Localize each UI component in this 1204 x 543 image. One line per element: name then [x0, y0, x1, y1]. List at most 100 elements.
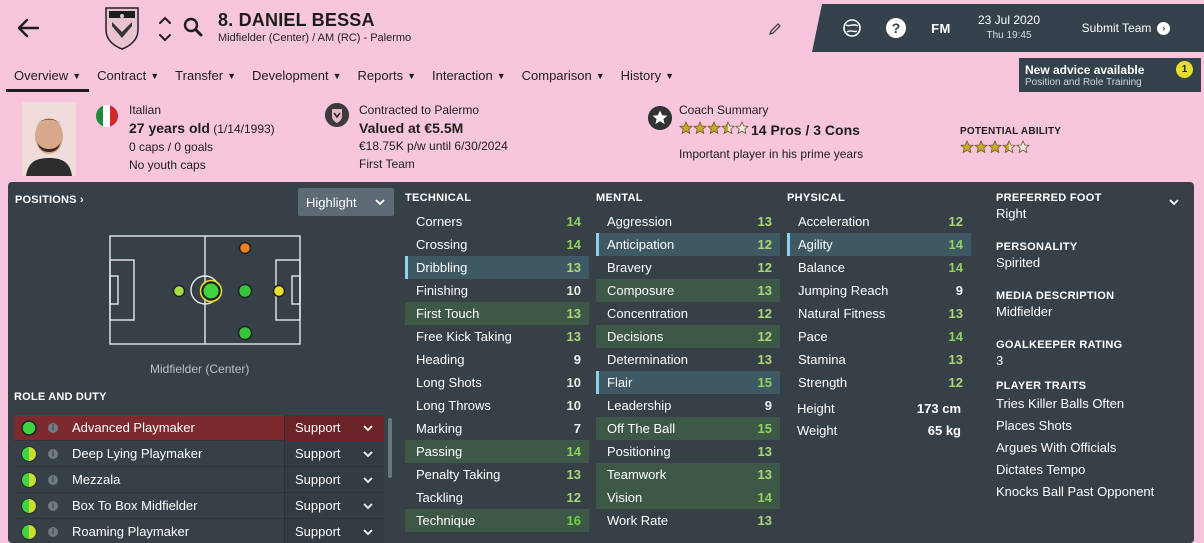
- role-row[interactable]: i Mezzala Support: [14, 466, 384, 493]
- role-list-scrollbar[interactable]: [388, 418, 392, 478]
- attribute-row[interactable]: Finishing 10: [405, 279, 589, 302]
- star-icon: [721, 120, 735, 140]
- tab-overview[interactable]: Overview ▼: [6, 64, 90, 92]
- profile-nav: Overview ▼ Contract ▼ Transfer ▼ Development ▼ R…: [6, 64, 682, 92]
- back-arrow-icon[interactable]: [14, 14, 42, 42]
- attribute-row[interactable]: Long Throws 10: [405, 394, 589, 417]
- attribute-row[interactable]: Composure 13: [596, 279, 780, 302]
- advice-notification[interactable]: New advice available Position and Role T…: [1019, 58, 1201, 92]
- tab-label: Development: [252, 68, 329, 83]
- tab-reports[interactable]: Reports ▼: [350, 64, 424, 92]
- info-icon[interactable]: i: [44, 500, 62, 511]
- attribute-row[interactable]: Aggression 13: [596, 210, 780, 233]
- duty-dropdown[interactable]: Support: [284, 466, 384, 493]
- attribute-value: 14: [566, 214, 581, 229]
- tab-comparison[interactable]: Comparison ▼: [514, 64, 613, 92]
- pencil-icon[interactable]: [768, 22, 782, 36]
- attribute-row[interactable]: Long Shots 10: [405, 371, 589, 394]
- attribute-row[interactable]: Balance 14: [787, 256, 971, 279]
- attribute-name: Strength: [798, 375, 848, 390]
- attribute-row[interactable]: Determination 13: [596, 348, 780, 371]
- attribute-row[interactable]: Off The Ball 15: [596, 417, 780, 440]
- search-icon[interactable]: [182, 16, 204, 38]
- attribute-row[interactable]: Corners 14: [405, 210, 589, 233]
- attribute-row[interactable]: Concentration 12: [596, 302, 780, 325]
- prev-next-player-icon[interactable]: [157, 14, 173, 44]
- attribute-row[interactable]: Teamwork 13: [596, 463, 780, 486]
- game-date[interactable]: 23 Jul 2020 Thu 19:45: [972, 4, 1046, 52]
- attribute-row[interactable]: Jumping Reach 9: [787, 279, 971, 302]
- role-row[interactable]: i Deep Lying Playmaker Support: [14, 440, 384, 467]
- chevron-down-icon: ▼: [665, 71, 675, 81]
- attribute-row[interactable]: Dribbling 13: [405, 256, 589, 279]
- attribute-row[interactable]: Penalty Taking 13: [405, 463, 589, 486]
- attribute-row[interactable]: Technique 16: [405, 509, 589, 532]
- submit-team-button[interactable]: Submit Team ›: [1076, 4, 1176, 52]
- positions-title: POSITIONS: [15, 194, 77, 206]
- advice-count-badge: 1: [1176, 61, 1193, 78]
- mental-title: MENTAL: [596, 192, 643, 204]
- info-icon[interactable]: i: [44, 526, 62, 537]
- duty-dropdown[interactable]: Support: [284, 518, 384, 543]
- help-icon[interactable]: ?: [884, 4, 908, 52]
- club-crest-icon: [105, 7, 139, 50]
- attribute-row[interactable]: Heading 9: [405, 348, 589, 371]
- role-duty-title: ROLE AND DUTY: [14, 391, 107, 403]
- attribute-row[interactable]: Agility 14: [787, 233, 971, 256]
- positions-link[interactable]: POSITIONS ›: [15, 194, 84, 206]
- coach-stars: [679, 120, 749, 140]
- attribute-row[interactable]: Passing 14: [405, 440, 589, 463]
- tab-history[interactable]: History ▼: [613, 64, 682, 92]
- tab-transfer[interactable]: Transfer ▼: [167, 64, 244, 92]
- attribute-row[interactable]: Leadership 9: [596, 394, 780, 417]
- tab-label: Reports: [357, 68, 404, 83]
- attribute-row[interactable]: Anticipation 12: [596, 233, 780, 256]
- role-row[interactable]: i Roaming Playmaker Support: [14, 518, 384, 543]
- duty-dropdown[interactable]: Support: [284, 440, 384, 467]
- globe-icon[interactable]: [840, 4, 864, 52]
- attribute-value: 13: [948, 352, 963, 367]
- attribute-row[interactable]: Acceleration 12: [787, 210, 971, 233]
- attribute-row[interactable]: Bravery 12: [596, 256, 780, 279]
- chevron-down-icon[interactable]: [1168, 198, 1180, 206]
- attribute-row[interactable]: Natural Fitness 13: [787, 302, 971, 325]
- attribute-row[interactable]: Vision 14: [596, 486, 780, 509]
- tab-label: Overview: [14, 68, 69, 83]
- attribute-name: Decisions: [607, 329, 664, 344]
- attribute-row[interactable]: Flair 15: [596, 371, 780, 394]
- duty-dropdown[interactable]: Support: [284, 415, 384, 441]
- attribute-name: Concentration: [607, 306, 688, 321]
- attribute-row[interactable]: Positioning 13: [596, 440, 780, 463]
- attribute-row[interactable]: Marking 7: [405, 417, 589, 440]
- attribute-value: 10: [566, 398, 581, 413]
- duty-dropdown[interactable]: Support: [284, 492, 384, 519]
- info-icon[interactable]: i: [44, 474, 62, 485]
- attribute-value: 12: [948, 375, 963, 390]
- fm-logo[interactable]: FM: [928, 4, 954, 52]
- role-suitability-icon: [14, 497, 44, 514]
- tab-contract[interactable]: Contract ▼: [89, 64, 167, 92]
- attribute-row[interactable]: Decisions 12: [596, 325, 780, 348]
- youth-caps: No youth caps: [129, 158, 206, 172]
- tab-development[interactable]: Development ▼: [244, 64, 350, 92]
- attribute-row[interactable]: Tackling 12: [405, 486, 589, 509]
- coach-pros-cons: 14 Pros / 3 Cons: [751, 122, 860, 138]
- attribute-row[interactable]: First Touch 13: [405, 302, 589, 325]
- attribute-value: 13: [757, 283, 772, 298]
- potential-stars: [960, 140, 1030, 159]
- attribute-row[interactable]: Stamina 13: [787, 348, 971, 371]
- attribute-row[interactable]: Free Kick Taking 13: [405, 325, 589, 348]
- highlight-dropdown[interactable]: Highlight: [298, 188, 394, 216]
- tab-interaction[interactable]: Interaction ▼: [424, 64, 514, 92]
- attribute-row[interactable]: Crossing 14: [405, 233, 589, 256]
- player-trait: Knocks Ball Past Opponent: [996, 484, 1155, 499]
- attribute-row[interactable]: Strength 12: [787, 371, 971, 394]
- info-icon[interactable]: i: [44, 448, 62, 459]
- role-row[interactable]: i Box To Box Midfielder Support: [14, 492, 384, 519]
- info-icon[interactable]: i: [44, 422, 62, 433]
- role-row[interactable]: i Advanced Playmaker Support: [14, 415, 384, 441]
- attribute-row[interactable]: Work Rate 13: [596, 509, 780, 532]
- date-text: 23 Jul 2020: [977, 13, 1041, 27]
- attribute-value: 9: [573, 352, 581, 367]
- attribute-row[interactable]: Pace 14: [787, 325, 971, 348]
